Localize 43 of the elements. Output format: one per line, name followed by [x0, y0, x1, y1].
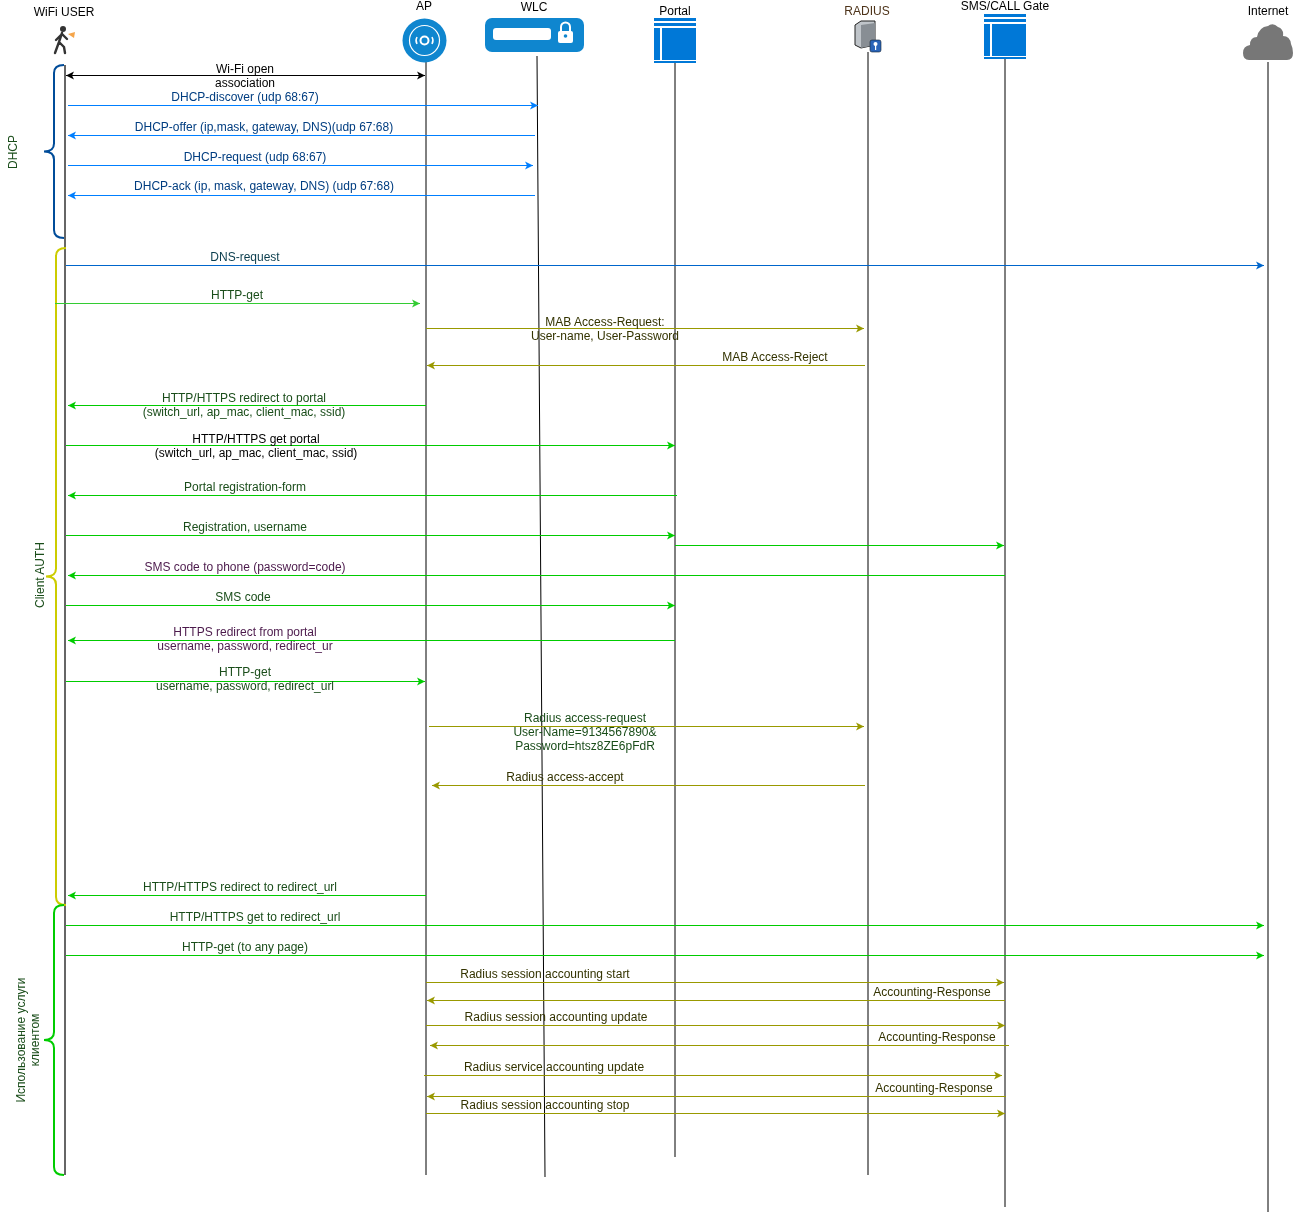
message-label: DHCP-offer (ip,mask, gateway, DNS)(udp 67:68)	[134, 120, 394, 134]
participant-label: SMS/CALL Gate	[960, 0, 1050, 13]
message-label: DHCP-ack (ip, mask, gateway, DNS) (udp 67:68)	[134, 179, 394, 193]
group-label: Client AUTH	[33, 542, 47, 608]
message-label: Radius session accounting stop	[460, 1098, 630, 1112]
window-layout-icon	[654, 18, 696, 63]
participant-label: AP	[416, 0, 432, 13]
controller-lock-icon	[485, 18, 584, 52]
message-label: HTTP/HTTPS get to redirect_url	[169, 910, 341, 924]
group-label: Использование услуги клиентом	[14, 977, 42, 1103]
message-label: SMS code	[215, 590, 271, 604]
message-label: MAB Access-Request: User-name, User-Password	[531, 315, 679, 343]
message-label: MAB Access-Reject	[722, 350, 828, 364]
message-label: HTTP/HTTPS redirect to portal (switch_url, ap_mac, client_mac, ssid)	[142, 391, 346, 419]
message-label: Registration, username	[182, 520, 308, 534]
message-label: Accounting-Response	[878, 1030, 996, 1044]
message-label: Wi-Fi open association	[215, 62, 275, 90]
message-label: DHCP-request (udp 68:67)	[183, 150, 327, 164]
message-label: HTTP-get (to any page)	[181, 940, 309, 954]
message-label: HTTP/HTTPS redirect to redirect_url	[143, 880, 337, 894]
message-label: SMS code to phone (password=code)	[144, 560, 346, 574]
message-label: Portal registration-form	[184, 480, 306, 494]
participant-label: RADIUS	[844, 4, 890, 18]
message-label: DNS-request	[210, 250, 280, 264]
access-point-icon	[402, 18, 447, 63]
walking-person-icon	[52, 25, 78, 55]
window-layout-icon	[984, 14, 1026, 59]
participant-label: Internet	[1247, 4, 1289, 18]
participant-label: WLC	[520, 0, 548, 14]
message-label: HTTPS redirect from portal username, password, redirect_ur	[157, 625, 333, 653]
participant-label: WiFi USER	[33, 5, 95, 19]
message-label: DHCP-discover (udp 68:67)	[171, 90, 319, 104]
message-label: HTTP-get username, password, redirect_url	[155, 665, 335, 693]
message-label: Radius service accounting update	[463, 1060, 645, 1074]
message-label: Accounting-Response	[873, 985, 991, 999]
message-label: Radius session accounting start	[460, 967, 630, 981]
participant-label: Portal	[659, 4, 691, 18]
message-label: Accounting-Response	[875, 1081, 993, 1095]
cloud-icon	[1243, 22, 1293, 62]
message-label: HTTP-get	[211, 288, 263, 302]
message-label: HTTP/HTTPS get portal (switch_url, ap_mac, client_mac, ssid)	[154, 432, 358, 460]
group-label: DHCP	[6, 135, 20, 169]
server-key-icon	[853, 20, 882, 53]
